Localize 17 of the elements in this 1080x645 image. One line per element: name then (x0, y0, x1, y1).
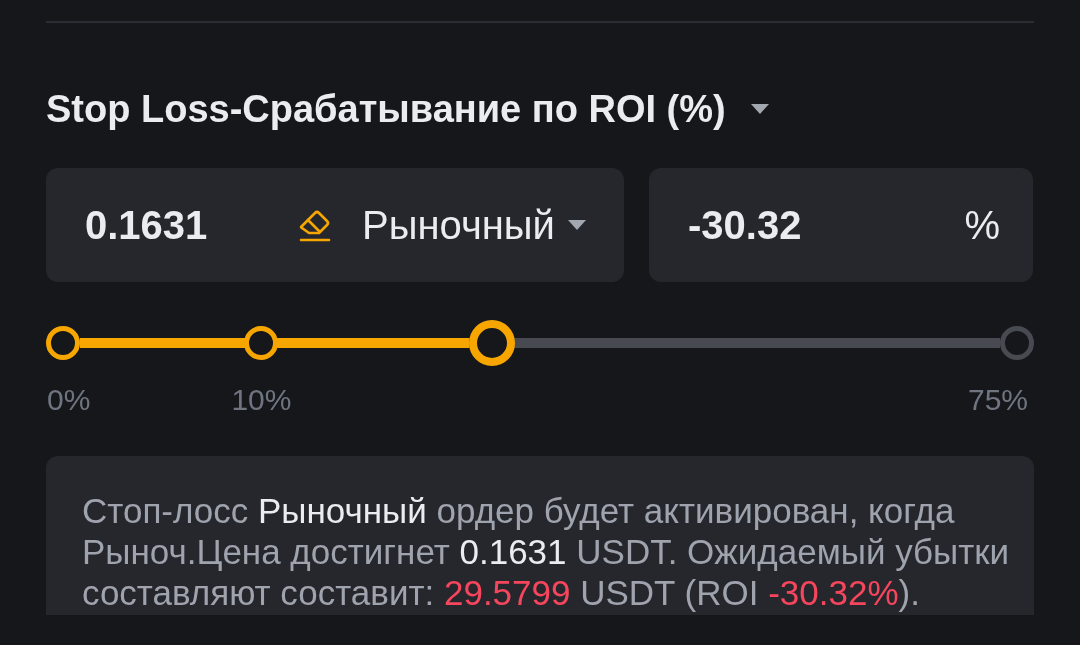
slider-thumb[interactable] (469, 320, 516, 366)
caret-icon (749, 103, 770, 115)
stop-loss-summary-text: Стоп-лосс Рыночный ордер будет активирован, когда Рыноч.Цена достигнет 0.1631 USDT. Ожидаемый убытки составляют составит: 29.5799 USDT (ROI -30.32%). (82, 490, 1011, 613)
eraser-icon[interactable] (298, 208, 332, 242)
order-type-dropdown[interactable]: Рыночный (362, 195, 587, 255)
price-field[interactable]: 0.1631 Рыночный (46, 168, 624, 282)
price-input[interactable]: 0.1631 (85, 195, 285, 255)
stop-loss-type-dropdown[interactable]: Stop Loss-Срабатывание по ROI (%) (46, 86, 770, 132)
roi-field[interactable]: -30.32 % (649, 168, 1033, 282)
slider-mark-label: 75% (967, 383, 1028, 417)
slider-mark-label: 0% (47, 383, 91, 417)
roi-input[interactable]: -30.32 (688, 195, 888, 255)
percent-unit: % (964, 202, 1000, 249)
step-marker-icon (46, 326, 80, 360)
caret-icon (566, 219, 587, 231)
slider-mark-label: 10% (231, 383, 292, 417)
step-marker-icon (1000, 326, 1034, 360)
